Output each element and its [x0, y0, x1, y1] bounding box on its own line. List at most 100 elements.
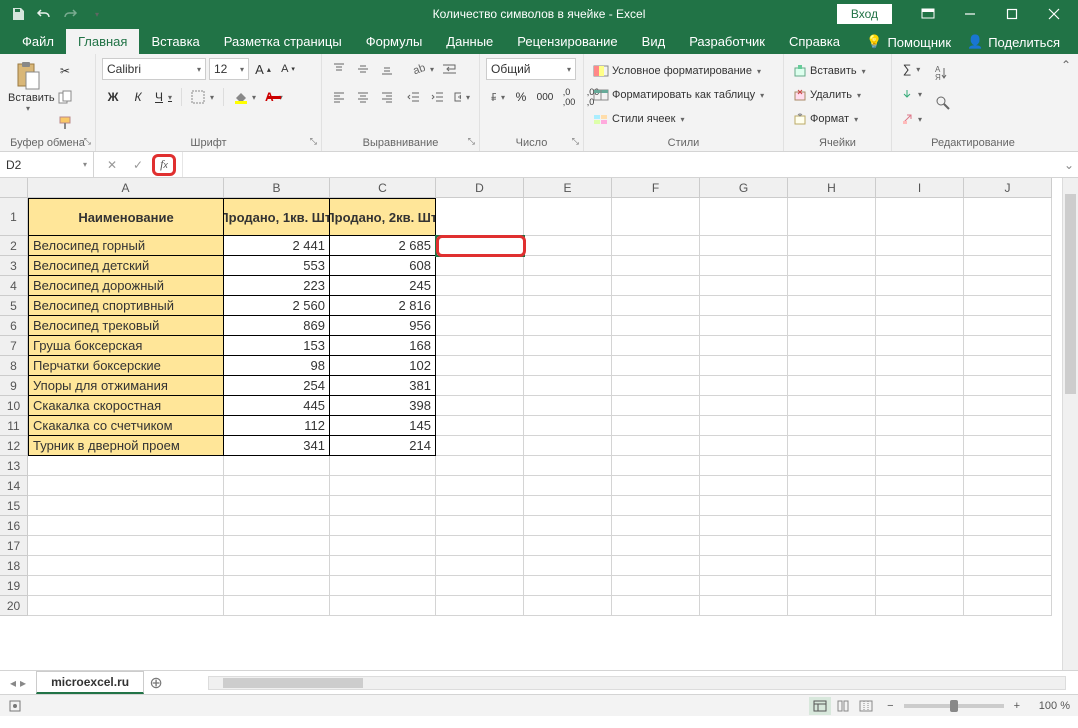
cell[interactable]: 2 560	[224, 296, 330, 316]
paste-button[interactable]: Вставить ▾	[6, 58, 50, 149]
cell[interactable]: 553	[224, 256, 330, 276]
cell[interactable]	[700, 516, 788, 536]
cell[interactable]	[964, 356, 1052, 376]
row-header[interactable]: 2	[0, 236, 28, 256]
increase-decimal-button[interactable]: ,0,00	[558, 86, 580, 108]
cell[interactable]	[436, 276, 524, 296]
cell[interactable]: 98	[224, 356, 330, 376]
align-bottom-button[interactable]	[376, 58, 398, 80]
tab-insert[interactable]: Вставка	[139, 29, 211, 54]
cell[interactable]	[700, 496, 788, 516]
cell[interactable]	[964, 316, 1052, 336]
cell[interactable]	[964, 416, 1052, 436]
cell[interactable]: 2 441	[224, 236, 330, 256]
tab-data[interactable]: Данные	[434, 29, 505, 54]
cell[interactable]: Велосипед горный	[28, 236, 224, 256]
cell[interactable]	[788, 416, 876, 436]
cell[interactable]	[612, 396, 700, 416]
wrap-text-button[interactable]	[439, 58, 461, 80]
cell[interactable]	[436, 316, 524, 336]
cell[interactable]	[524, 276, 612, 296]
cancel-formula-button[interactable]: ✕	[100, 154, 124, 176]
cell[interactable]	[700, 596, 788, 616]
tab-developer[interactable]: Разработчик	[677, 29, 777, 54]
cell[interactable]	[700, 236, 788, 256]
cell[interactable]	[700, 396, 788, 416]
cell[interactable]: 381	[330, 376, 436, 396]
cell[interactable]	[964, 236, 1052, 256]
cell[interactable]	[28, 496, 224, 516]
cell[interactable]	[700, 476, 788, 496]
cell[interactable]	[964, 276, 1052, 296]
align-top-button[interactable]	[328, 58, 350, 80]
cell[interactable]	[612, 596, 700, 616]
cell[interactable]	[436, 336, 524, 356]
cell[interactable]	[876, 416, 964, 436]
row-header[interactable]: 17	[0, 536, 28, 556]
cell[interactable]	[436, 376, 524, 396]
sheet-tab-active[interactable]: microexcel.ru	[36, 671, 144, 694]
cell[interactable]: 398	[330, 396, 436, 416]
cell[interactable]	[612, 236, 700, 256]
cell[interactable]: Груша боксерская	[28, 336, 224, 356]
number-format-select[interactable]: Общий▾	[486, 58, 576, 80]
cell[interactable]	[964, 296, 1052, 316]
share-button[interactable]: 👤 Поделиться	[967, 34, 1060, 50]
italic-button[interactable]: К	[127, 86, 149, 108]
cell[interactable]	[612, 336, 700, 356]
cell[interactable]	[612, 496, 700, 516]
align-middle-button[interactable]	[352, 58, 374, 80]
cell[interactable]	[876, 256, 964, 276]
add-sheet-button[interactable]: ⊕	[144, 673, 168, 693]
vertical-scrollbar[interactable]	[1062, 178, 1078, 670]
expand-formula-bar-button[interactable]: ⌄	[1060, 158, 1078, 172]
font-dialog-launcher[interactable]: ⤡	[310, 136, 317, 147]
number-dialog-launcher[interactable]: ⤡	[572, 136, 579, 147]
cell[interactable]: Велосипед детский	[28, 256, 224, 276]
cell[interactable]	[524, 198, 612, 236]
cell[interactable]	[224, 476, 330, 496]
cell[interactable]	[700, 576, 788, 596]
cell[interactable]	[612, 376, 700, 396]
cell[interactable]	[700, 356, 788, 376]
cell[interactable]	[700, 316, 788, 336]
font-color-button[interactable]: A	[262, 86, 286, 108]
cell[interactable]	[700, 276, 788, 296]
cell[interactable]	[436, 576, 524, 596]
redo-icon[interactable]	[60, 4, 80, 24]
align-center-button[interactable]	[352, 86, 374, 108]
cell[interactable]: 254	[224, 376, 330, 396]
name-box[interactable]: D2	[0, 152, 94, 177]
cell[interactable]	[28, 576, 224, 596]
cell[interactable]	[330, 496, 436, 516]
cell[interactable]: 341	[224, 436, 330, 456]
percent-format-button[interactable]: %	[510, 86, 532, 108]
format-painter-button[interactable]	[54, 112, 76, 134]
cell[interactable]	[700, 376, 788, 396]
row-header[interactable]: 8	[0, 356, 28, 376]
cell[interactable]: Упоры для отжимания	[28, 376, 224, 396]
cell[interactable]	[788, 576, 876, 596]
row-header[interactable]: 7	[0, 336, 28, 356]
column-header[interactable]: F	[612, 178, 700, 198]
cell[interactable]	[876, 476, 964, 496]
increase-indent-button[interactable]	[427, 86, 449, 108]
cell[interactable]	[524, 396, 612, 416]
cell[interactable]	[964, 596, 1052, 616]
horizontal-scrollbar[interactable]	[208, 676, 1066, 690]
cell[interactable]	[436, 236, 524, 256]
cell[interactable]	[330, 516, 436, 536]
alignment-dialog-launcher[interactable]: ⤡	[468, 136, 475, 147]
cell[interactable]	[330, 476, 436, 496]
cell[interactable]: 153	[224, 336, 330, 356]
zoom-level[interactable]: 100 %	[1030, 700, 1070, 712]
cell[interactable]	[700, 256, 788, 276]
cell[interactable]	[788, 256, 876, 276]
cell[interactable]	[964, 476, 1052, 496]
cell[interactable]	[224, 556, 330, 576]
cell[interactable]	[788, 516, 876, 536]
cell[interactable]	[788, 496, 876, 516]
cell[interactable]	[700, 296, 788, 316]
cell[interactable]	[788, 198, 876, 236]
cell[interactable]	[964, 516, 1052, 536]
